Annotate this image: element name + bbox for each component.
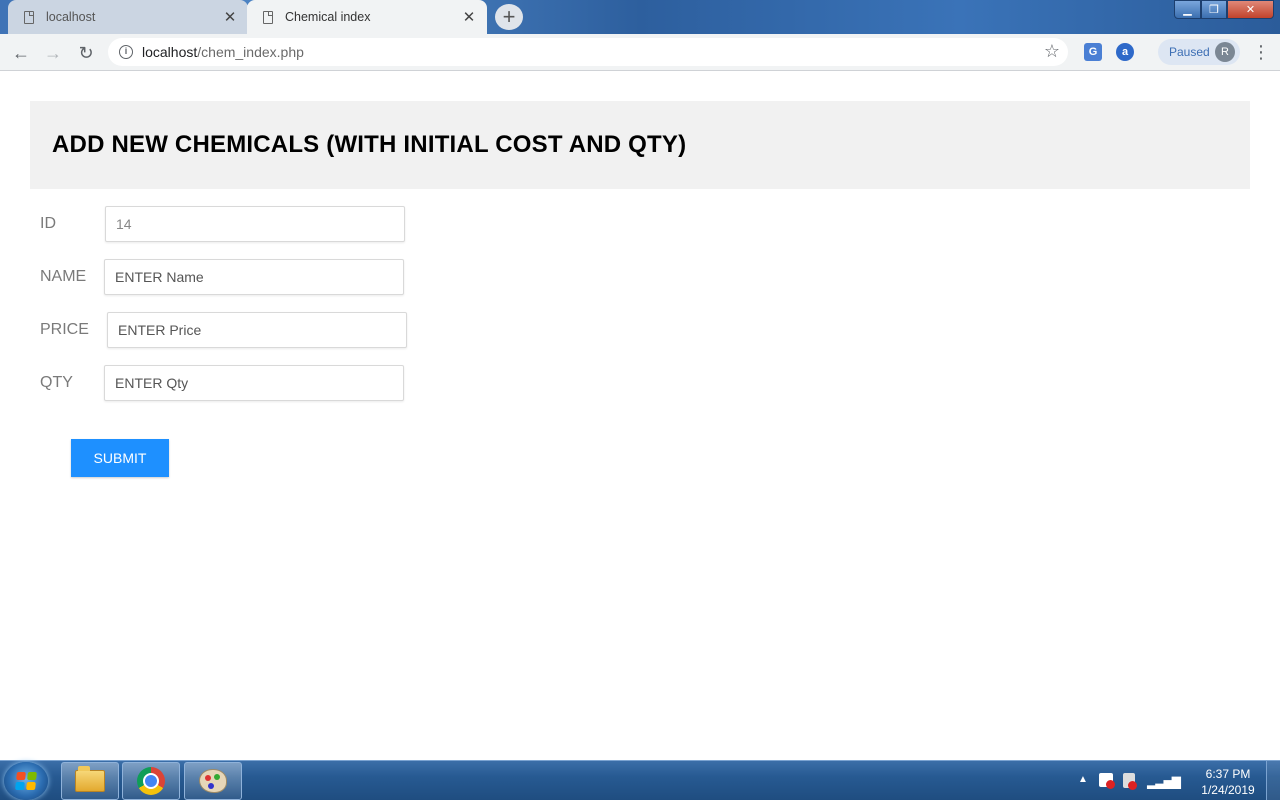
qty-label: QTY bbox=[40, 374, 73, 391]
price-field[interactable] bbox=[107, 312, 407, 348]
tab-chemical-index[interactable]: Chemical index ✕ bbox=[247, 0, 487, 34]
show-hidden-icons-icon[interactable]: ▲ bbox=[1078, 774, 1088, 785]
paint-taskbar-button[interactable] bbox=[184, 762, 242, 800]
qty-field[interactable] bbox=[104, 365, 404, 401]
window-controls: ▁ ❐ ✕ bbox=[1174, 0, 1274, 19]
id-field[interactable] bbox=[105, 206, 405, 242]
page-icon bbox=[24, 10, 34, 24]
profile-button[interactable]: Paused R bbox=[1158, 39, 1240, 65]
extension-icon[interactable]: a bbox=[1116, 43, 1134, 61]
header-panel: ADD NEW CHEMICALS (WITH INITIAL COST AND… bbox=[30, 101, 1250, 189]
browser-toolbar: ← → ↻ i localhost/chem_index.php ☆ G a P… bbox=[0, 34, 1280, 71]
close-icon[interactable]: ✕ bbox=[459, 7, 479, 27]
paint-icon bbox=[199, 769, 227, 793]
back-icon[interactable]: ← bbox=[10, 42, 32, 64]
avatar: R bbox=[1215, 42, 1235, 62]
clock-date: 1/24/2019 bbox=[1201, 783, 1255, 797]
reload-icon[interactable]: ↻ bbox=[75, 42, 97, 64]
browser-tabstrip: localhost ✕ Chemical index ✕ + ▁ ❐ ✕ bbox=[0, 0, 1280, 34]
system-clock[interactable]: 6:37 PM 1/24/2019 bbox=[1196, 766, 1260, 798]
name-field[interactable] bbox=[104, 259, 404, 295]
windows-logo-icon bbox=[15, 772, 37, 790]
id-label: ID bbox=[40, 215, 56, 232]
url-host: localhost bbox=[142, 44, 198, 60]
page-icon bbox=[263, 10, 273, 24]
price-label: PRICE bbox=[40, 321, 89, 338]
address-bar[interactable]: i localhost/chem_index.php ☆ bbox=[108, 38, 1068, 66]
menu-icon[interactable]: ⋮ bbox=[1252, 42, 1270, 62]
submit-button[interactable]: SUBMIT bbox=[71, 439, 169, 477]
profile-status: Paused bbox=[1169, 45, 1210, 59]
page-title: ADD NEW CHEMICALS (WITH INITIAL COST AND… bbox=[52, 131, 687, 158]
info-icon[interactable]: i bbox=[119, 45, 133, 59]
power-icon[interactable] bbox=[1123, 773, 1137, 790]
show-desktop-button[interactable] bbox=[1266, 761, 1280, 800]
url-text: localhost/chem_index.php bbox=[142, 44, 304, 60]
bookmark-star-icon[interactable]: ☆ bbox=[1044, 41, 1060, 62]
volume-icon[interactable]: 🔈︎ bbox=[1172, 772, 1180, 789]
close-window-button[interactable]: ✕ bbox=[1227, 0, 1274, 19]
action-center-flag-icon[interactable] bbox=[1099, 773, 1115, 789]
new-tab-button[interactable]: + bbox=[495, 4, 523, 30]
folder-icon bbox=[75, 766, 105, 792]
tab-label: Chemical index bbox=[285, 10, 371, 24]
start-button[interactable] bbox=[4, 762, 48, 800]
minimize-button[interactable]: ▁ bbox=[1174, 0, 1201, 19]
tab-localhost[interactable]: localhost ✕ bbox=[8, 0, 248, 34]
tab-label: localhost bbox=[46, 10, 96, 24]
clock-time: 6:37 PM bbox=[1205, 767, 1251, 781]
taskbar: ▲ ▂▃▅▇ 🔈︎ 6:37 PM 1/24/2019 bbox=[0, 760, 1280, 800]
explorer-taskbar-button[interactable] bbox=[61, 762, 119, 800]
chrome-taskbar-button[interactable] bbox=[122, 762, 180, 800]
name-label: NAME bbox=[40, 268, 87, 285]
close-icon[interactable]: ✕ bbox=[220, 7, 240, 27]
chrome-icon bbox=[137, 767, 165, 795]
page-content: ADD NEW CHEMICALS (WITH INITIAL COST AND… bbox=[0, 71, 1280, 760]
url-path: /chem_index.php bbox=[197, 44, 304, 60]
translate-extension-icon[interactable]: G bbox=[1084, 43, 1102, 61]
maximize-button[interactable]: ❐ bbox=[1201, 0, 1227, 19]
forward-icon[interactable]: → bbox=[42, 42, 64, 64]
